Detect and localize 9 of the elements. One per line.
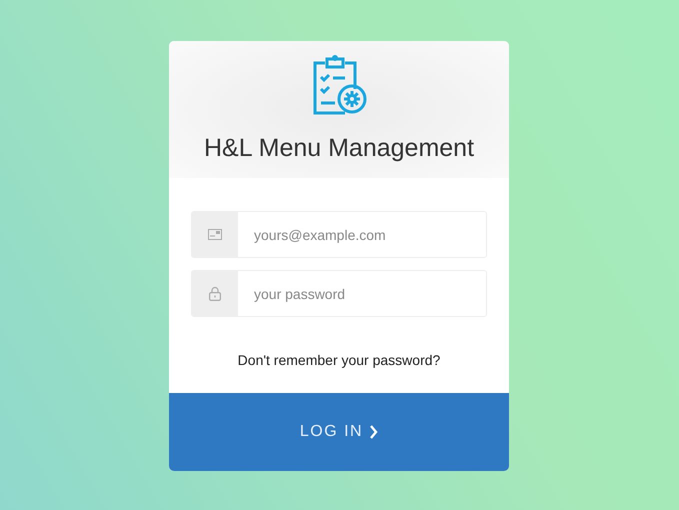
clipboard-gear-icon	[311, 55, 367, 117]
envelope-icon	[208, 229, 222, 240]
password-field[interactable]: your password	[191, 270, 487, 317]
email-field[interactable]: yours@example.com	[191, 211, 487, 258]
forgot-password-link[interactable]: Don't remember your password?	[238, 352, 440, 368]
app-title: H&L Menu Management	[204, 134, 474, 163]
lock-icon	[209, 286, 221, 301]
login-button[interactable]: LOG IN	[169, 393, 509, 471]
chevron-icon	[369, 425, 378, 439]
